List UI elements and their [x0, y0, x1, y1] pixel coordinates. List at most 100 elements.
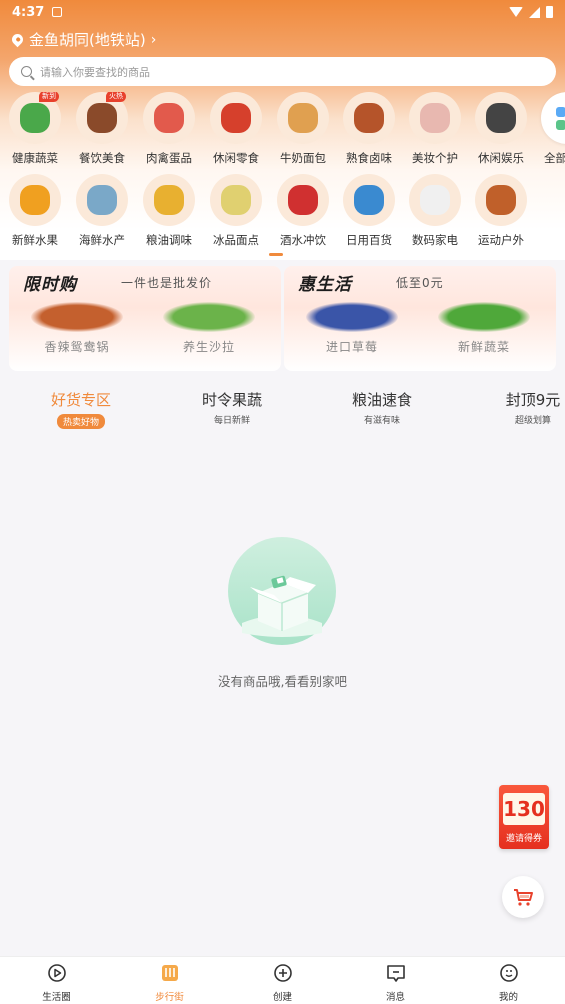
bread-icon: [277, 92, 329, 144]
tab-item[interactable]: 时令果蔬 每日新鲜: [172, 389, 292, 426]
category-label: 新鲜水果: [12, 233, 58, 247]
category-item[interactable]: 海鲜水产: [67, 174, 137, 248]
category-label: 美妆个护: [412, 151, 458, 165]
category-item[interactable]: 牛奶面包: [268, 92, 338, 166]
category-item[interactable]: 肉禽蛋品: [134, 92, 204, 166]
search-input[interactable]: 请输入你要查找的商品: [40, 64, 150, 80]
sports-icon: [475, 174, 527, 226]
category-item[interactable]: 新到健康蔬菜: [0, 92, 70, 166]
category-item[interactable]: 熟食卤味: [334, 92, 404, 166]
food-icon: 火热: [76, 92, 128, 144]
nav-label: 我的: [498, 992, 518, 1003]
daily-goods-icon: [343, 174, 395, 226]
all-categories-icon: [541, 92, 565, 144]
message-icon: [386, 965, 405, 982]
category-label: 运动户外: [478, 233, 524, 247]
page-indicator: [269, 253, 283, 256]
vegetable-icon: 新到: [9, 92, 61, 144]
category-item[interactable]: 冰品面点: [201, 174, 271, 248]
promo-product[interactable]: 养生沙拉: [149, 302, 269, 355]
category-label: 粮油调味: [146, 233, 192, 247]
nav-item[interactable]: 生活圈: [0, 957, 113, 1004]
category-item[interactable]: 美妆个护: [400, 92, 470, 166]
category-label: 肉禽蛋品: [146, 151, 192, 165]
category-label: 日用百货: [346, 233, 392, 247]
product-name: 香辣鸳鸯锅: [44, 340, 110, 354]
product-image: [306, 302, 398, 332]
drinks-icon: [277, 174, 329, 226]
nav-item[interactable]: 我的: [452, 957, 565, 1004]
shop-icon: [161, 965, 178, 981]
nav-item[interactable]: 创建: [226, 957, 339, 1004]
battery-icon: [546, 6, 553, 18]
product-tabs: 好货专区 热卖好物 时令果蔬 每日新鲜 粮油速食 有滋有味 封顶9元 超级划算: [0, 383, 565, 429]
snack-icon: [210, 92, 262, 144]
chevron-right-icon: ›: [150, 31, 157, 48]
promo-product[interactable]: 香辣鸳鸯锅: [17, 302, 137, 355]
promo-product[interactable]: 新鲜蔬菜: [424, 302, 544, 355]
category-label: 酒水冲饮: [280, 233, 326, 247]
nav-label: 消息: [385, 992, 405, 1003]
plus-circle-icon: [273, 964, 292, 982]
invite-label: 邀请得券: [505, 834, 542, 844]
tab-title: 好货专区: [50, 391, 111, 409]
location-pin-icon: [9, 31, 26, 48]
entertainment-icon: [475, 92, 527, 144]
category-item[interactable]: 运动户外: [466, 174, 536, 248]
category-label: 数码家电: [412, 233, 458, 247]
grain-oil-icon: [143, 174, 195, 226]
tab-item[interactable]: 封顶9元超级划算: [473, 389, 565, 426]
category-label: 牛奶面包: [280, 151, 326, 165]
invite-coupon-button[interactable]: 130 邀请得券: [499, 785, 549, 849]
status-time: 4:37: [12, 4, 45, 20]
product-image: [163, 302, 255, 332]
promo-title: 限时购: [23, 275, 77, 295]
bottom-navigation: 生活圈 步行街 创建 消息 我的: [0, 956, 565, 1004]
category-label: 全部分类: [544, 151, 565, 165]
search-bar[interactable]: 请输入你要查找的商品: [9, 57, 556, 86]
category-label: 休闲零食: [213, 151, 259, 165]
category-badge: 新到: [39, 92, 59, 102]
invite-amount: 130: [503, 793, 545, 825]
benefit-life-banner[interactable]: 惠生活 低至0元 进口草莓 新鲜蔬菜: [284, 266, 556, 371]
fruit-icon: [9, 174, 61, 226]
category-item[interactable]: 数码家电: [400, 174, 470, 248]
notification-icon: [52, 7, 63, 17]
deli-icon: [343, 92, 395, 144]
tab-subtitle: 超级划算: [514, 416, 551, 426]
tab-item[interactable]: 好货专区 热卖好物: [21, 389, 141, 429]
nav-item[interactable]: 步行街: [113, 957, 226, 1004]
seafood-icon: [76, 174, 128, 226]
category-item[interactable]: 火热 餐饮美食: [67, 92, 137, 166]
promo-subtitle: 一件也是批发价: [121, 276, 213, 290]
tab-item[interactable]: 粮油速食 有滋有味: [322, 389, 442, 426]
nav-item[interactable]: 消息: [339, 957, 452, 1004]
location-label: 金鱼胡同(地铁站): [29, 31, 146, 49]
category-item[interactable]: 休闲零食: [201, 92, 271, 166]
empty-state-message: 没有商品哦,看看别家吧: [218, 674, 347, 689]
category-label: 健康蔬菜: [12, 151, 58, 165]
product-image: [31, 302, 123, 332]
category-item[interactable]: 日用百货: [334, 174, 404, 248]
location-selector[interactable]: 金鱼胡同(地铁站) ›: [9, 29, 157, 50]
flash-sale-banner[interactable]: 限时购 一件也是批发价香辣鸳鸯锅 养生沙拉: [9, 266, 281, 371]
category-item[interactable]: 粮油调味: [134, 174, 204, 248]
product-image: [438, 302, 530, 332]
category-item[interactable]: 全部分类: [532, 92, 565, 166]
category-item[interactable]: 酒水冲饮: [268, 174, 338, 248]
category-label: 熟食卤味: [346, 151, 392, 165]
search-icon: [21, 66, 32, 77]
status-bar: 4:37: [0, 0, 565, 24]
tab-title: 封顶9元: [505, 391, 561, 409]
promo-product[interactable]: 进口草莓: [292, 302, 412, 355]
meat-icon: [143, 92, 195, 144]
empty-box-illustration: [228, 537, 336, 645]
tab-subtitle: 热卖好物: [56, 414, 105, 429]
category-badge: 火热: [106, 92, 126, 102]
cart-button[interactable]: [502, 876, 544, 918]
product-name: 进口草莓: [325, 340, 378, 354]
category-item[interactable]: 休闲娱乐: [466, 92, 536, 166]
category-label: 休闲娱乐: [478, 151, 524, 165]
category-item[interactable]: 新鲜水果: [0, 174, 70, 248]
wifi-icon: [509, 7, 523, 17]
